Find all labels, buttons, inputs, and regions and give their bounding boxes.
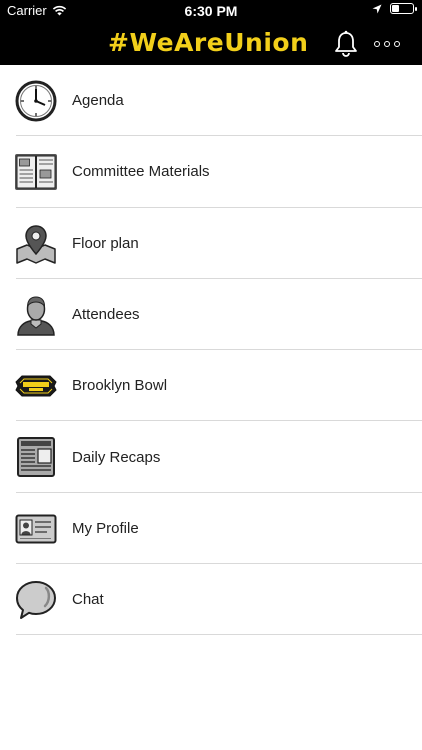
menu-item-brooklyn-bowl[interactable]: Brooklyn Bowl <box>0 350 422 422</box>
clock-icon <box>14 79 58 123</box>
menu-item-floor-plan[interactable]: Floor plan <box>0 208 422 280</box>
menu-item-label: Floor plan <box>72 234 139 252</box>
menu-item-label: Brooklyn Bowl <box>72 377 168 395</box>
status-bar: Carrier 6:30 PM <box>0 0 422 22</box>
menu-item-daily-recaps[interactable]: Daily Recaps <box>0 421 422 494</box>
menu-item-label: Daily Recaps <box>72 448 161 466</box>
menu-item-attendees[interactable]: Attendees <box>0 279 422 351</box>
notifications-button[interactable] <box>333 30 359 58</box>
brand-logo: #WeAreUnion <box>108 28 309 57</box>
navigation-bar: #WeAreUnion <box>0 22 422 65</box>
menu-item-my-profile[interactable]: My Profile <box>0 493 422 565</box>
dot-icon <box>394 41 400 47</box>
speech-bubble-icon <box>14 578 58 622</box>
dot-icon <box>374 41 380 47</box>
brooklyn-bowl-logo-icon <box>14 364 58 408</box>
menu-item-committee-materials[interactable]: Committee Materials <box>0 136 422 208</box>
menu-item-label: Chat <box>72 591 104 609</box>
menu-item-agenda[interactable]: Agenda <box>0 65 422 137</box>
bell-icon <box>335 30 357 57</box>
status-time: 6:30 PM <box>184 3 238 19</box>
menu-item-chat[interactable]: Chat <box>0 564 422 636</box>
more-options-button[interactable] <box>374 41 400 47</box>
dot-icon <box>384 41 390 47</box>
menu-item-label: My Profile <box>72 519 139 537</box>
person-icon <box>14 293 58 337</box>
newspaper-icon <box>14 435 58 479</box>
open-book-icon <box>14 150 58 194</box>
battery-icon <box>390 3 417 14</box>
location-arrow-icon <box>372 4 382 13</box>
map-pin-icon <box>14 222 58 266</box>
menu-item-label: Committee Materials <box>72 163 210 181</box>
id-card-icon <box>14 507 58 551</box>
main-menu: Agenda Committee Materials Floor plan At… <box>0 65 422 636</box>
menu-item-label: Attendees <box>72 306 140 324</box>
top-bar: Carrier 6:30 PM #WeAreUnion <box>0 0 422 65</box>
menu-item-label: Agenda <box>72 92 124 110</box>
